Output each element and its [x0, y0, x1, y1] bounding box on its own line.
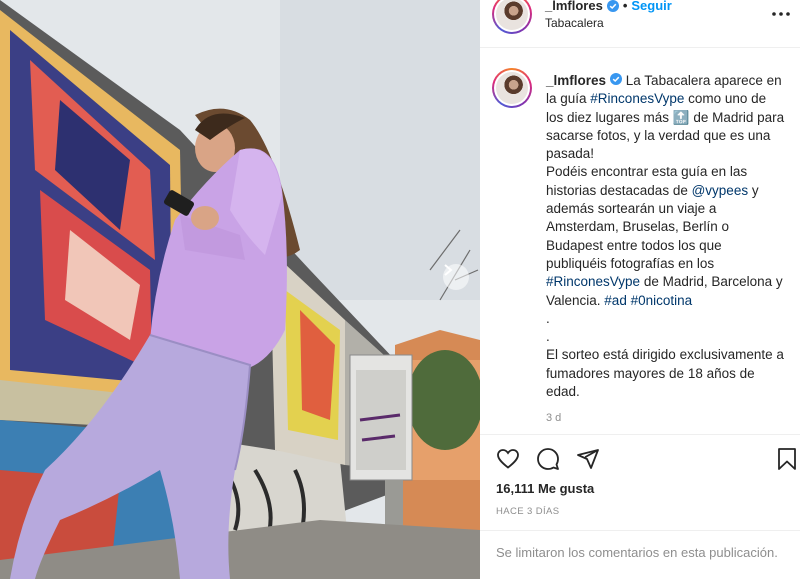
caption-avatar[interactable] [492, 68, 532, 108]
caption-section: _lmflores La Tabacalera aparece en la gu… [480, 50, 800, 430]
post-header: _lmflores • Seguir Tabacalera [480, 0, 800, 48]
caption-dot: . [546, 329, 550, 345]
caption-username[interactable]: _lmflores [546, 73, 606, 88]
hashtag-link[interactable]: #ad [604, 293, 627, 308]
bookmark-icon[interactable] [776, 447, 798, 471]
post-date[interactable]: HACE 3 DÍAS [496, 506, 560, 517]
heart-icon[interactable] [496, 447, 520, 471]
follow-button[interactable]: Seguir [631, 0, 671, 13]
separator-dot: • [622, 0, 628, 13]
verified-badge-icon [610, 73, 623, 85]
carousel-next-button[interactable] [443, 264, 469, 290]
mention-link[interactable]: @vypees [692, 183, 748, 198]
post-sidebar: _lmflores • Seguir Tabacalera _lmflores … [480, 0, 800, 579]
location-link[interactable]: Tabacalera [545, 16, 604, 30]
comment-icon[interactable] [536, 447, 560, 471]
hashtag-link[interactable]: #RinconesVype [546, 274, 640, 289]
hashtag-link[interactable]: #0nicotina [631, 293, 693, 308]
header-username[interactable]: _lmflores [545, 0, 603, 13]
street-photo-illustration [0, 0, 480, 579]
action-bar [480, 434, 800, 480]
comments-disabled-text: Se limitaron los comentarios en esta pub… [496, 545, 778, 560]
caption-text: _lmflores La Tabacalera aparece en la gu… [546, 72, 786, 401]
caption-dot: . [546, 310, 550, 326]
header-user-row: _lmflores • Seguir [545, 0, 672, 13]
hashtag-link[interactable]: #RinconesVype [590, 91, 684, 106]
paper-plane-icon[interactable] [576, 447, 600, 471]
verified-badge-icon [606, 0, 619, 12]
caption-text-part: El sorteo está dirigido exclusivamente a… [546, 347, 784, 400]
caption-timestamp[interactable]: 3 d [546, 412, 561, 424]
top-emoji: 🔝 [672, 109, 690, 125]
chevron-right-icon [444, 264, 453, 276]
avatar[interactable] [492, 0, 532, 34]
comments-disabled-notice: Se limitaron los comentarios en esta pub… [480, 530, 800, 579]
likes-count[interactable]: 16,111 Me gusta [496, 481, 594, 496]
post-photo[interactable] [0, 0, 480, 579]
more-options-icon[interactable] [770, 4, 792, 24]
